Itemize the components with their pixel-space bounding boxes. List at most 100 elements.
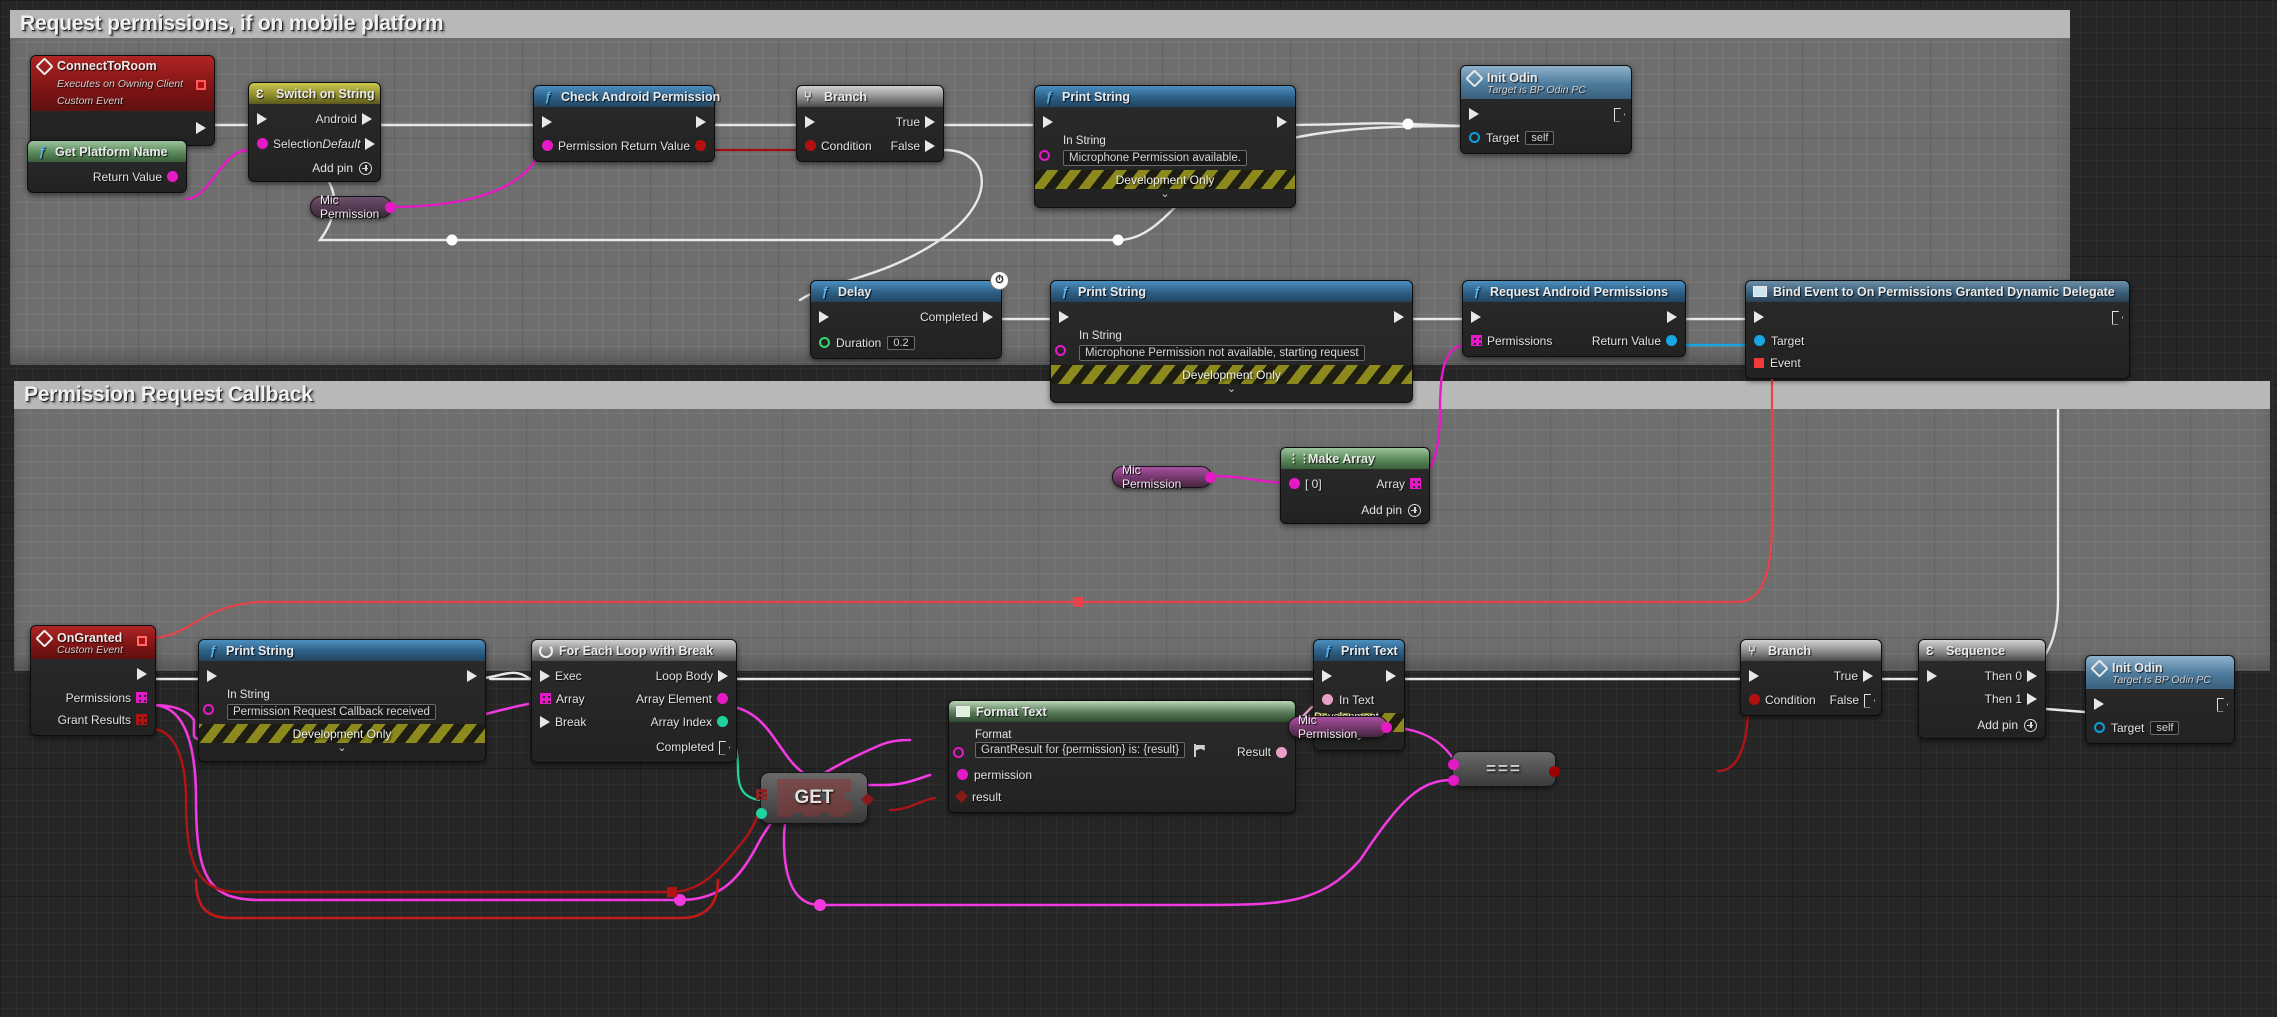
node-bind-event-on-permissions-granted[interactable]: Bind Event to On Permissions Granted Dyn…	[1745, 280, 2130, 379]
variable-mic-permission-2[interactable]: Mic Permission	[1112, 463, 1216, 491]
node-make-array[interactable]: ⋮⋮ Make Array [ 0] Array Add pin	[1280, 447, 1430, 524]
equals-result-out-pin[interactable]	[1549, 766, 1560, 777]
array-item-0-in-pin[interactable]	[1289, 478, 1300, 489]
exec-out-loop-body-pin[interactable]	[718, 669, 728, 682]
blueprint-graph-canvas[interactable]: Request permissions, if on mobile platfo…	[0, 0, 2277, 1017]
expand-chevron-icon[interactable]: ⌄	[199, 743, 485, 755]
variable-out-pin[interactable]	[1381, 721, 1392, 733]
permission-in-pin[interactable]	[957, 769, 968, 780]
in-string-in-pin[interactable]	[203, 704, 214, 715]
exec-out-then1-pin[interactable]	[2027, 692, 2037, 705]
exec-in-pin[interactable]	[1749, 669, 1759, 682]
variable-out-pin[interactable]	[1205, 471, 1216, 483]
condition-in-pin[interactable]	[1749, 694, 1760, 705]
comment-title-bar[interactable]: Request permissions, if on mobile platfo…	[10, 10, 2070, 38]
node-print-string-3[interactable]: ƒ Print String In String Permission Requ…	[198, 639, 486, 762]
exec-out-pin[interactable]	[2217, 698, 2226, 710]
exec-out-default-pin[interactable]	[365, 137, 376, 150]
node-get-platform-name[interactable]: ƒ Get Platform Name Return Value	[27, 140, 187, 193]
get-index-in-pin[interactable]	[756, 808, 767, 819]
result-out-pin[interactable]	[1276, 746, 1287, 758]
duration-value-field[interactable]: 0.2	[887, 335, 915, 350]
exec-out-false-pin[interactable]	[1864, 694, 1873, 706]
node-init-odin-1[interactable]: Init Odin Target is BP Odin PC Target se…	[1460, 65, 1632, 154]
exec-in-pin[interactable]	[805, 115, 815, 128]
exec-in-pin[interactable]	[819, 310, 829, 323]
permissions-array-in-pin[interactable]	[1471, 335, 1482, 346]
exec-out-completed-pin[interactable]	[719, 741, 728, 753]
in-string-value-field[interactable]: Microphone Permission not available, sta…	[1079, 345, 1365, 361]
node-init-odin-2[interactable]: Init Odin Target is BP Odin PC Target se…	[2085, 655, 2235, 744]
node-check-android-permission[interactable]: ƒ Check Android Permission Permission Re…	[533, 85, 720, 162]
exec-out-pin[interactable]	[1394, 310, 1404, 323]
exec-out-pin[interactable]	[196, 121, 206, 134]
exec-in-pin[interactable]	[257, 112, 267, 125]
in-string-value-field[interactable]: Microphone Permission available.	[1063, 150, 1247, 166]
exec-in-pin[interactable]	[1043, 115, 1053, 128]
exec-out-pin[interactable]	[1614, 108, 1623, 120]
exec-out-pin[interactable]	[137, 667, 147, 680]
node-get-array-item[interactable]: GET	[756, 772, 874, 824]
add-pin-button[interactable]: Add pin	[1919, 716, 2045, 732]
grant-results-out-pin[interactable]	[136, 714, 147, 725]
exec-out-pin[interactable]	[696, 115, 706, 128]
equals-b-in-pin[interactable]	[1448, 775, 1459, 786]
format-value-field[interactable]: GrantResult for {permission} is: {result…	[975, 742, 1186, 758]
in-text-in-pin[interactable]	[1322, 694, 1333, 705]
delegate-pin[interactable]	[137, 636, 147, 646]
permissions-out-pin[interactable]	[136, 692, 147, 703]
node-equal-string[interactable]: ===	[1448, 751, 1560, 787]
in-string-in-pin[interactable]	[1055, 345, 1066, 356]
exec-in-pin[interactable]	[2094, 697, 2104, 710]
return-value-out-pin[interactable]	[1666, 335, 1677, 346]
exec-out-completed-pin[interactable]	[983, 310, 993, 323]
exec-out-then0-pin[interactable]	[2027, 669, 2037, 682]
node-print-string-2[interactable]: ƒ Print String In String Microphone Perm…	[1050, 280, 1413, 403]
array-element-out-pin[interactable]	[717, 693, 728, 704]
exec-in-pin[interactable]	[1927, 669, 1937, 682]
node-sequence[interactable]: Ɛ Sequence Then 0 Then 1 Add pin	[1918, 639, 2046, 739]
node-branch-2[interactable]: ⑂ Branch True Condition False	[1740, 639, 1882, 716]
node-for-each-loop-with-break[interactable]: For Each Loop with Break Exec Loop Body …	[531, 639, 737, 763]
event-in-pin[interactable]	[1754, 357, 1764, 368]
return-value-out-pin[interactable]	[167, 171, 178, 182]
node-on-granted[interactable]: OnGranted Custom Event Permissions Grant…	[30, 625, 156, 736]
exec-out-android-pin[interactable]	[362, 112, 372, 125]
node-switch-on-string[interactable]: Ɛ Switch on String Android Selection Def…	[248, 82, 381, 182]
exec-out-pin[interactable]	[2112, 311, 2121, 323]
permission-in-pin[interactable]	[542, 140, 553, 151]
expand-chevron-icon[interactable]: ⌄	[1051, 384, 1412, 396]
add-pin-button[interactable]: Add pin	[249, 159, 380, 175]
node-print-string-1[interactable]: ƒ Print String In String Microphone Perm…	[1034, 85, 1296, 208]
exec-in-pin[interactable]	[1754, 310, 1764, 323]
selection-in-pin[interactable]	[257, 138, 268, 149]
exec-out-pin[interactable]	[1667, 310, 1677, 323]
format-in-pin[interactable]	[953, 747, 964, 758]
exec-in-pin[interactable]	[540, 669, 550, 682]
exec-in-pin[interactable]	[1059, 310, 1069, 323]
array-index-out-pin[interactable]	[717, 716, 728, 727]
get-array-in-pin[interactable]	[756, 789, 767, 800]
condition-in-pin[interactable]	[805, 140, 816, 151]
expand-chevron-icon[interactable]: ⌄	[1035, 189, 1295, 201]
equals-a-in-pin[interactable]	[1448, 759, 1459, 770]
node-connect-to-room[interactable]: ConnectToRoom Executes on Owning Client …	[30, 55, 215, 146]
node-request-android-permissions[interactable]: ƒ Request Android Permissions Permission…	[1462, 280, 1686, 357]
exec-out-pin[interactable]	[1277, 115, 1287, 128]
exec-out-false-pin[interactable]	[925, 139, 935, 152]
variable-mic-permission-1[interactable]: Mic Permission	[310, 193, 396, 221]
node-branch-1[interactable]: ⑂ Branch True Condition False	[796, 85, 944, 162]
exec-out-pin[interactable]	[467, 669, 477, 682]
exec-out-true-pin[interactable]	[1863, 669, 1873, 682]
node-format-text[interactable]: Format Text Format GrantResult for {perm…	[948, 700, 1296, 813]
exec-in-break-pin[interactable]	[540, 715, 550, 728]
exec-out-pin[interactable]	[1386, 669, 1396, 682]
variable-out-pin[interactable]	[385, 201, 396, 213]
target-value-field[interactable]: self	[1525, 130, 1555, 145]
localization-flag-icon[interactable]	[1193, 743, 1206, 757]
return-value-out-pin[interactable]	[695, 140, 706, 151]
array-out-pin[interactable]	[1410, 478, 1421, 489]
exec-in-pin[interactable]	[1469, 107, 1479, 120]
exec-in-pin[interactable]	[542, 115, 552, 128]
exec-in-pin[interactable]	[1322, 669, 1332, 682]
